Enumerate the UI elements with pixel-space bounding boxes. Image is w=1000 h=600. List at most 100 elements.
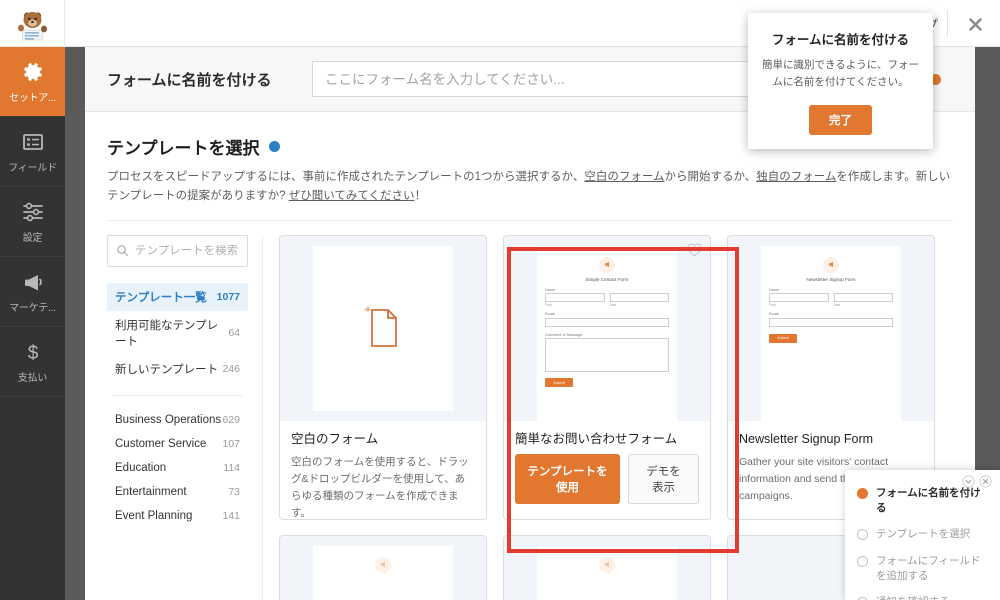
category-item-available[interactable]: 利用可能なテンプレート 64 [107, 311, 248, 355]
preview-first-label: First [545, 303, 552, 308]
desc-part-2: から開始するか、 [664, 171, 757, 183]
preview-email-input [769, 317, 893, 327]
preview-last-label: Last [609, 303, 616, 308]
category-item-event-planning[interactable]: Event Planning 141 [107, 504, 248, 528]
radio-icon [857, 529, 868, 541]
section-description: プロセスをスピードアップするには、事前に作成されたテンプレートの1つから選択する… [107, 168, 953, 206]
category-item-new[interactable]: 新しいテンプレート 246 [107, 355, 248, 383]
preview-email-label: Email [545, 312, 555, 317]
preview-last-input [609, 293, 669, 303]
preview-comment-label: Comment or Message [545, 332, 583, 337]
background-gutter [65, 47, 85, 600]
link-blank-form[interactable]: 空白のフォーム [584, 171, 664, 183]
card-body: 空白のフォーム 空白のフォームを使用すると、ドラッグ&ドロップビルダーを使用して… [280, 421, 486, 519]
blank-document-icon [364, 306, 397, 348]
rail-item-settings[interactable]: 設定 [0, 187, 65, 257]
category-item-education[interactable]: Education 114 [107, 456, 248, 480]
preview-email-input [545, 317, 669, 327]
checklist-item-add-fields[interactable]: フォームにフィールドを追加する [857, 554, 990, 584]
form-name-label: フォームに名前を付ける [107, 71, 272, 89]
preview-name-row: First Last [545, 293, 669, 312]
heart-outline-icon [687, 243, 702, 257]
category-label: Customer Service [115, 437, 207, 450]
card-body: 簡単なお問い合わせフォーム テンプレートを使用 デモを表示 [504, 421, 710, 514]
category-label: テンプレート一覧 [115, 291, 207, 304]
card-actions: テンプレートを使用 デモを表示 [515, 454, 699, 505]
list-icon [22, 133, 43, 150]
preview-last-input [833, 293, 893, 303]
rail-label-fields: フィールド [8, 162, 57, 174]
category-item-entertainment[interactable]: Entertainment 73 [107, 480, 248, 504]
radio-icon [857, 555, 868, 567]
rail-item-marketing[interactable]: マーケテ... [0, 257, 65, 327]
search-input[interactable] [135, 244, 247, 257]
preview-name-label: Name [545, 287, 556, 292]
sliders-icon [22, 202, 43, 221]
checklist-item-select-template[interactable]: テンプレートを選択 [857, 527, 990, 542]
card-preview-form [537, 545, 677, 600]
checklist-item-check-notifications[interactable]: 通知を確認する [857, 595, 990, 600]
rail-item-payments[interactable]: $ 支払い [0, 327, 65, 397]
template-card-row2-1[interactable] [279, 534, 487, 600]
close-icon [968, 17, 982, 31]
template-card-blank[interactable]: 空白のフォーム 空白のフォームを使用すると、ドラッグ&ドロップビルダーを使用して… [279, 234, 487, 520]
rail-item-setup[interactable]: セットア... [0, 47, 65, 117]
close-button[interactable] [960, 10, 990, 38]
preview-megaphone-icon [599, 556, 615, 573]
preview-first-label: First [769, 303, 776, 308]
gear-icon [23, 62, 42, 81]
card-preview-form [313, 545, 453, 600]
category-label: Business Operations [115, 413, 222, 426]
category-item-all[interactable]: テンプレート一覧 1077 [107, 282, 248, 311]
onboarding-checklist: フォームに名前を付ける テンプレートを選択 フォームにフィールドを追加する 通知… [845, 470, 1000, 600]
preview-name-row: First Last [769, 293, 893, 312]
category-item-business-operations[interactable]: Business Operations 629 [107, 408, 248, 432]
page-title: テンプレートを選択 [107, 139, 260, 158]
topbar-divider [947, 10, 948, 37]
close-icon[interactable] [979, 475, 992, 488]
view-demo-button[interactable]: デモを表示 [627, 454, 699, 505]
template-card-row2-2[interactable] [503, 534, 711, 600]
app-logo[interactable] [0, 0, 65, 47]
left-nav-rail: セットア... フィールド 設定 マーケテ... $ 支払い [0, 47, 65, 600]
category-count: 107 [222, 437, 240, 450]
card-title: Newsletter Signup Form [739, 431, 874, 446]
app-root: ヘルプ セットア... フィールド [0, 0, 1000, 600]
preview-comment-textarea [545, 338, 669, 373]
card-thumbnail [504, 535, 710, 600]
template-card-simple-contact-form[interactable]: Simple Contact Form Name First Last Emai… [503, 234, 711, 520]
desc-part-4: ！ [414, 189, 427, 202]
category-sidebar: テンプレート一覧 1077 利用可能なテンプレート 64 新しいテンプレート 2… [107, 234, 262, 600]
tooltip-done-button[interactable]: 完了 [809, 104, 872, 135]
preview-megaphone-icon [375, 556, 391, 573]
chevron-down-icon[interactable] [962, 475, 975, 488]
checklist-item-name-form[interactable]: フォームに名前を付ける [857, 486, 990, 516]
rail-item-fields[interactable]: フィールド [0, 117, 65, 187]
preview-first-input [769, 293, 829, 303]
category-item-customer-service[interactable]: Customer Service 107 [107, 432, 248, 456]
use-template-button[interactable]: テンプレートを使用 [515, 454, 620, 505]
checklist-label: フォームにフィールドを追加する [876, 554, 981, 582]
preview-email-label: Email [769, 312, 779, 317]
favorite-button[interactable] [687, 243, 702, 262]
checklist-label: 通知を確認する [876, 595, 950, 600]
templates-body: テンプレート一覧 1077 利用可能なテンプレート 64 新しいテンプレート 2… [85, 221, 975, 600]
category-divider [113, 394, 242, 396]
link-custom-form[interactable]: 独自のフォーム [756, 171, 836, 183]
megaphone-icon [24, 274, 42, 290]
link-ask-us[interactable]: ぜひ聞いてみてください [289, 190, 415, 202]
template-search[interactable] [107, 234, 248, 267]
category-list-secondary: Business Operations 629 Customer Service… [107, 408, 248, 528]
tooltip-title: フォームに名前を付ける [771, 33, 910, 47]
preview-submit-button: Submit [545, 378, 573, 388]
card-preview-form: Simple Contact Form Name First Last Emai… [537, 245, 677, 421]
category-label: 利用可能なテンプレート [115, 319, 219, 348]
category-count: 141 [222, 509, 240, 522]
card-preview-form: Newsletter Signup Form Name First Last E… [761, 245, 901, 421]
card-thumbnail [280, 235, 486, 421]
category-label: Event Planning [115, 509, 193, 522]
category-count: 246 [222, 362, 240, 375]
rail-label-marketing: マーケテ... [9, 302, 56, 314]
preview-last-label: Last [833, 303, 840, 308]
card-description: 空白のフォームを使用すると、ドラッグ&ドロップビルダーを使用して、あらゆる種類の… [291, 456, 469, 519]
